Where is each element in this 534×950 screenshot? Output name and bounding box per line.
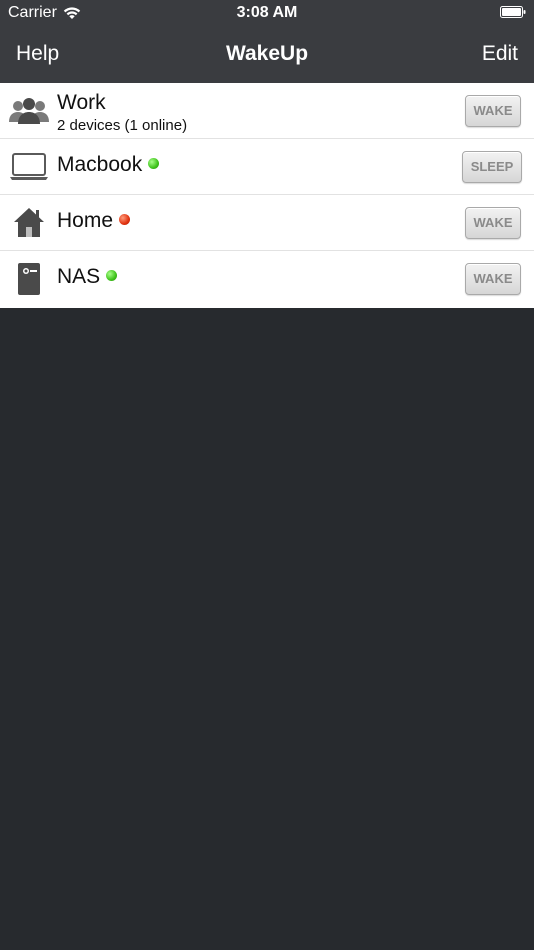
row-title: Macbook bbox=[57, 153, 160, 177]
list-item-nas[interactable]: NAS WAKE bbox=[0, 251, 534, 308]
wake-button[interactable]: WAKE bbox=[465, 95, 521, 127]
status-bar: Carrier 3:08 AM bbox=[0, 0, 534, 28]
row-title: Home bbox=[57, 209, 131, 233]
wake-button[interactable]: WAKE bbox=[465, 207, 521, 239]
offline-status-dot bbox=[119, 213, 131, 225]
row-subtitle: 2 devices (1 online) bbox=[57, 117, 188, 134]
row-title: Work bbox=[57, 91, 106, 115]
list-item-home[interactable]: Home WAKE bbox=[0, 195, 534, 251]
device-name: NAS bbox=[57, 265, 101, 288]
house-icon bbox=[14, 208, 44, 237]
device-name: Home bbox=[57, 209, 114, 232]
group-icon bbox=[9, 98, 49, 124]
online-status-dot bbox=[148, 157, 160, 169]
device-list: Work 2 devices (1 online) WAKE Macbook S… bbox=[0, 83, 534, 308]
screen: Carrier 3:08 AM Help WakeUp Edit Work 2 … bbox=[0, 0, 534, 950]
edit-button[interactable]: Edit bbox=[482, 42, 518, 66]
nav-title: WakeUp bbox=[225, 42, 309, 65]
list-item-macbook[interactable]: Macbook SLEEP bbox=[0, 139, 534, 195]
nas-icon bbox=[18, 263, 40, 295]
online-status-dot bbox=[106, 269, 118, 281]
sleep-button[interactable]: SLEEP bbox=[462, 151, 522, 183]
device-name: Work bbox=[57, 91, 106, 114]
device-name: Macbook bbox=[57, 153, 143, 176]
list-item-work[interactable]: Work 2 devices (1 online) WAKE bbox=[0, 83, 534, 139]
wake-button[interactable]: WAKE bbox=[465, 263, 521, 295]
laptop-icon bbox=[10, 153, 48, 180]
status-time: 3:08 AM bbox=[236, 4, 298, 21]
navigation-bar: Help WakeUp Edit bbox=[0, 28, 534, 83]
battery-icon bbox=[500, 6, 526, 18]
row-title: NAS bbox=[57, 265, 118, 289]
